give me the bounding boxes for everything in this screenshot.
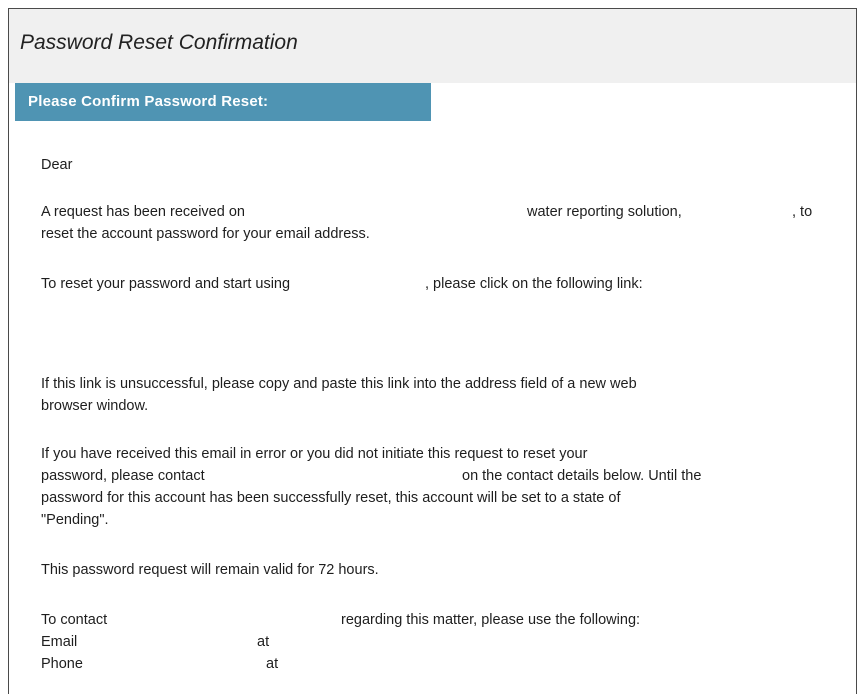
header-bar: Password Reset Confirmation <box>9 9 856 83</box>
request-text-line2: reset the account password for your emai… <box>41 226 370 242</box>
validity-text: This password request will remain valid … <box>41 562 379 578</box>
error-text-line4: "Pending". <box>41 512 109 528</box>
error-text-line1: If you have received this email in error… <box>41 446 588 462</box>
error-text-line2b: on the contact details below. Until the <box>462 468 702 484</box>
reset-prompt-a: To reset your password and start using <box>41 276 291 292</box>
section-title: Please Confirm Password Reset: <box>28 93 269 110</box>
greeting: Dear <box>41 157 73 173</box>
reset-prompt-b: , please click on the following link: <box>425 276 643 292</box>
email-label: Email <box>41 634 78 650</box>
request-text-a: A request has been received on <box>41 204 245 220</box>
fallback-text-line2: browser window. <box>41 398 149 414</box>
error-text-line3: password for this account has been succe… <box>41 490 621 506</box>
contact-text-a: To contact <box>41 612 108 628</box>
phone-label: Phone <box>41 656 83 672</box>
section-header: Please Confirm Password Reset: <box>15 83 431 121</box>
contact-text-b: regarding this matter, please use the fo… <box>341 612 641 628</box>
fallback-text-line1: If this link is unsuccessful, please cop… <box>41 376 637 392</box>
email-window: Password Reset Confirmation Please Confi… <box>8 8 857 694</box>
request-text-b: water reporting solution, <box>527 204 682 220</box>
request-text-c: , to <box>792 204 813 220</box>
email-at: at <box>257 634 270 650</box>
page-title: Password Reset Confirmation <box>20 31 298 54</box>
phone-at: at <box>266 656 279 672</box>
error-text-line2a: password, please contact <box>41 468 205 484</box>
